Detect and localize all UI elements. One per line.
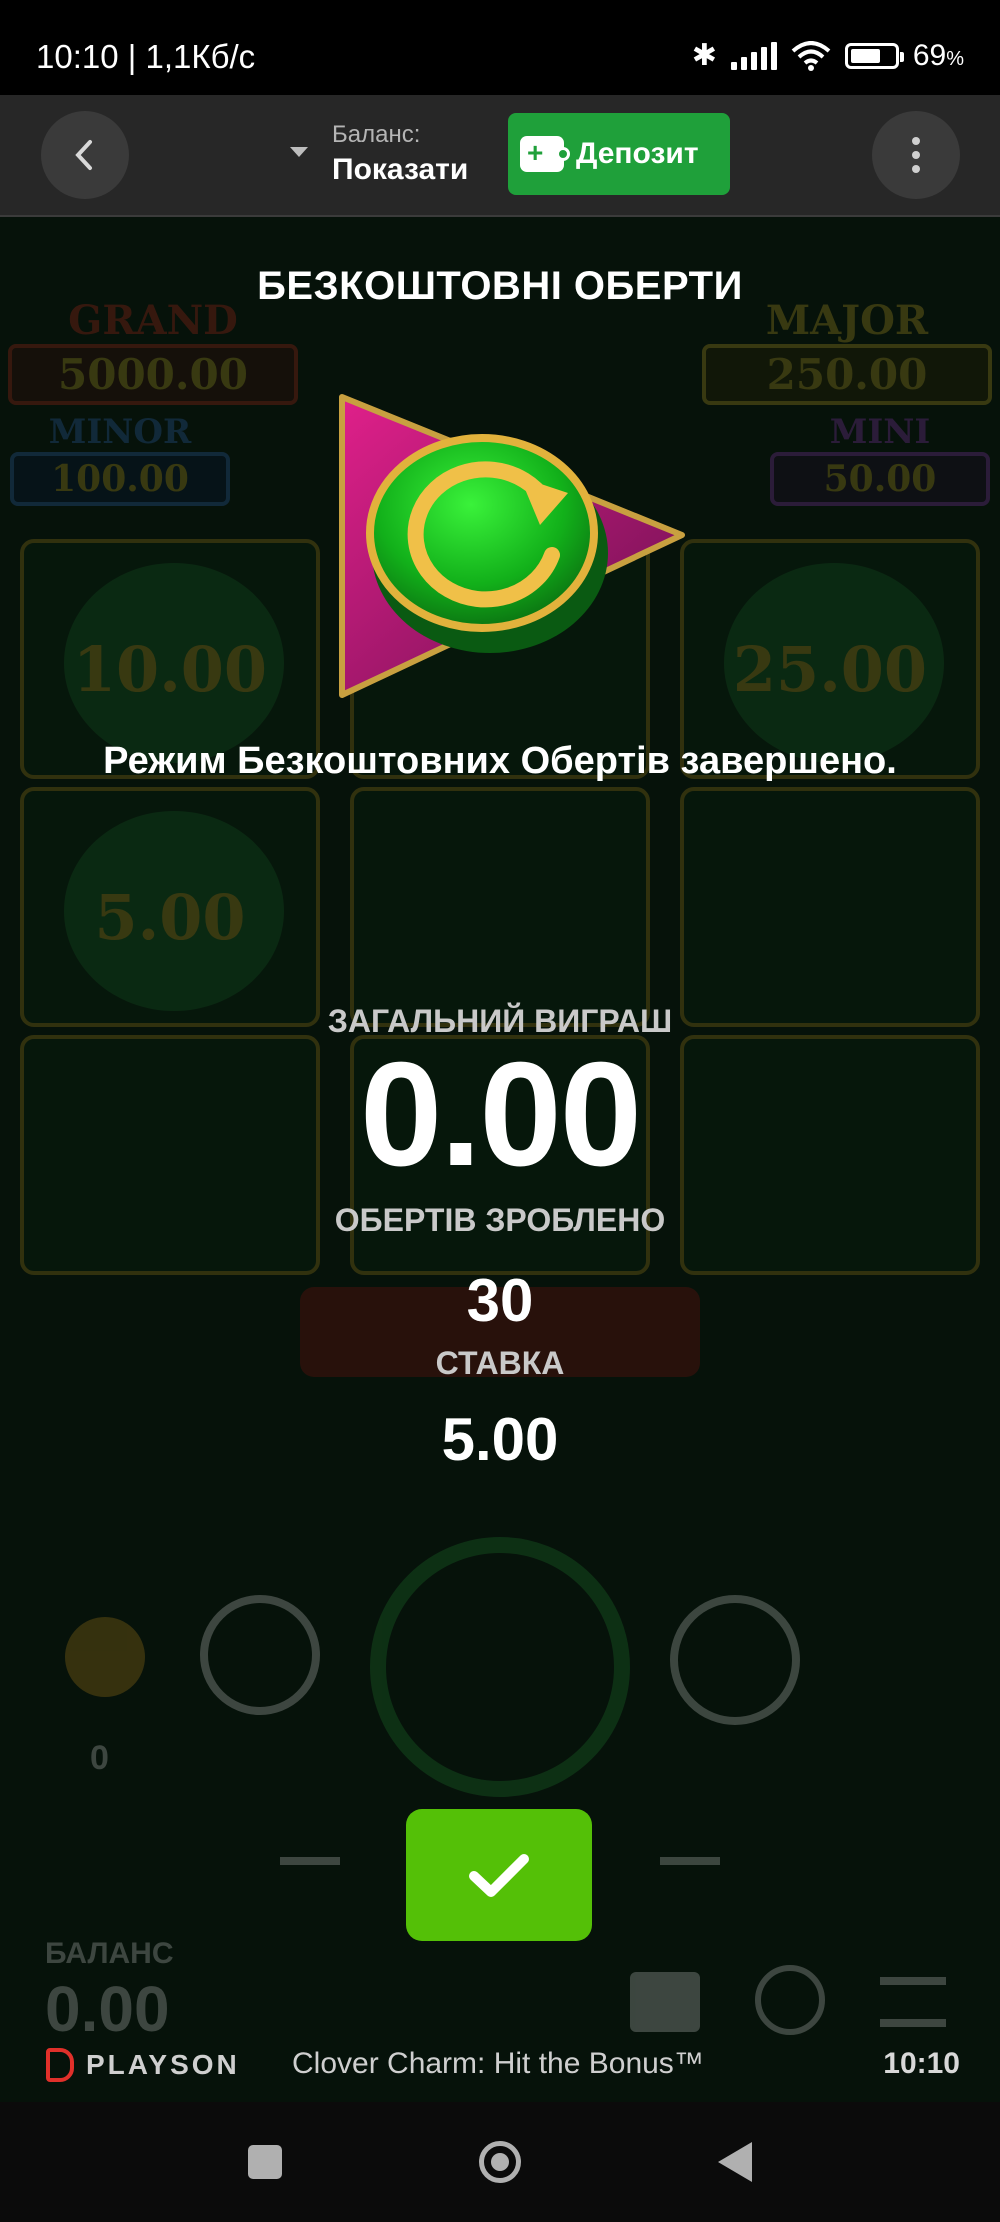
wallet-plus-icon	[520, 136, 570, 172]
stake-counter: 0	[90, 1739, 109, 1777]
popup-message: Режим Безкоштовних Обертів завершено.	[103, 740, 897, 782]
game-title: Clover Charm: Hit the Bonus™	[292, 2047, 704, 2080]
playson-logo: PLAYSON	[46, 2048, 240, 2082]
signal-icon	[730, 41, 777, 70]
bluetooth-icon: ✱	[691, 39, 717, 72]
system-back-button[interactable]	[717, 2142, 752, 2182]
checkmark-icon	[469, 1854, 529, 1897]
confirm-button[interactable]	[406, 1809, 592, 1941]
back-button[interactable]	[41, 111, 129, 199]
chevron-left-icon	[75, 140, 92, 170]
popup-title: БЕЗКОШТОВНІ ОБЕРТИ	[257, 264, 743, 308]
autoplay-icon	[670, 1595, 800, 1725]
jackpot-mini: MINI 50.00	[770, 412, 990, 506]
spin-icon	[370, 1537, 630, 1797]
game-clock: 10:10	[883, 2047, 960, 2080]
jackpot-minor: MINOR 100.00	[10, 412, 230, 506]
recents-button[interactable]	[248, 2145, 283, 2179]
sound-icon	[630, 1972, 700, 2032]
deposit-label: Депозит	[576, 137, 699, 170]
system-nav-bar	[0, 2102, 1000, 2222]
status-bar: 10:10 | 1,1Кб/с ✱ 69%	[0, 0, 1000, 95]
reel-cell	[350, 787, 650, 1027]
battery-percent: 69%	[912, 38, 964, 72]
status-icons: ✱ 69%	[692, 38, 964, 73]
wifi-icon	[791, 40, 831, 71]
jackpot-major: MAJOR 250.00	[702, 297, 992, 405]
plus-icon	[660, 1857, 720, 1865]
total-win-value: 0.00	[359, 1032, 642, 1197]
status-time: 10:10 | 1,1Кб/с	[36, 38, 256, 75]
jackpot-grand: GRAND 5000.00	[8, 297, 298, 405]
spins-done-label: ОБЕРТІВ ЗРОБЛЕНО	[334, 1202, 666, 1238]
info-icon	[755, 1965, 825, 2035]
casino-header: Баланс: Показати Депозит	[0, 95, 1000, 217]
spins-done-value: 30	[466, 1267, 534, 1334]
game-balance-value: 0.00	[45, 1973, 170, 2045]
home-button[interactable]	[478, 2141, 521, 2183]
balance-toggle[interactable]: Баланс: Показати	[290, 121, 490, 191]
reel-cell: 5.00	[20, 787, 320, 1027]
turbo-icon	[200, 1595, 320, 1715]
game-balance-label: БАЛАНС	[45, 1937, 174, 1970]
playson-mark-icon	[46, 2048, 74, 2082]
balance-label: Баланс:	[332, 121, 421, 148]
bet-label: СТАВКА	[435, 1345, 565, 1381]
minus-icon	[280, 1857, 340, 1865]
battery-icon	[844, 42, 904, 69]
reel-cell	[680, 787, 980, 1027]
free-spins-icon	[339, 394, 685, 698]
caret-down-icon	[290, 147, 308, 157]
bet-value: 5.00	[441, 1406, 559, 1473]
hamburger-icon	[880, 1977, 946, 2027]
deposit-button[interactable]: Депозит	[508, 113, 730, 195]
coin-icon	[65, 1617, 145, 1697]
balance-show-link[interactable]: Показати	[332, 153, 468, 187]
more-vertical-icon	[912, 137, 920, 173]
more-menu-button[interactable]	[872, 111, 960, 199]
